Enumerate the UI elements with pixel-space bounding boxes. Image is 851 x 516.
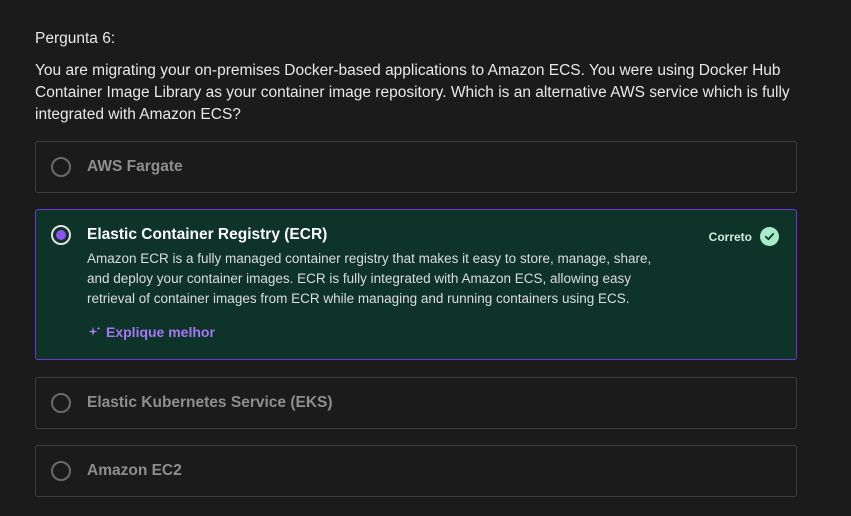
option-title: Elastic Kubernetes Service (EKS) bbox=[87, 394, 333, 411]
question-text: You are migrating your on-premises Docke… bbox=[35, 62, 790, 123]
explain-more-link[interactable]: Explique melhor bbox=[88, 324, 215, 340]
answer-option-3[interactable]: Elastic Kubernetes Service (EKS) bbox=[35, 377, 797, 429]
answer-option-2[interactable]: Elastic Container Registry (ECR) Amazon … bbox=[35, 209, 797, 360]
correct-badge: Correto bbox=[709, 227, 779, 246]
option-title: Amazon EC2 bbox=[87, 462, 182, 479]
radio-button-selected[interactable] bbox=[51, 225, 71, 245]
radio-button[interactable] bbox=[51, 393, 71, 413]
answer-option-1[interactable]: AWS Fargate bbox=[35, 141, 797, 193]
answer-explanation: Amazon ECR is a fully managed container … bbox=[87, 251, 652, 306]
explain-more-label: Explique melhor bbox=[106, 324, 215, 340]
check-circle-icon bbox=[760, 227, 779, 246]
option-title: Elastic Container Registry (ECR) bbox=[87, 226, 328, 243]
answer-option-4[interactable]: Amazon EC2 bbox=[35, 445, 797, 497]
sparkle-icon bbox=[88, 326, 101, 339]
question-label: Pergunta 6: bbox=[35, 30, 116, 47]
radio-button[interactable] bbox=[51, 461, 71, 481]
option-title: AWS Fargate bbox=[87, 158, 183, 175]
radio-button[interactable] bbox=[51, 157, 71, 177]
correct-label: Correto bbox=[708, 229, 752, 244]
